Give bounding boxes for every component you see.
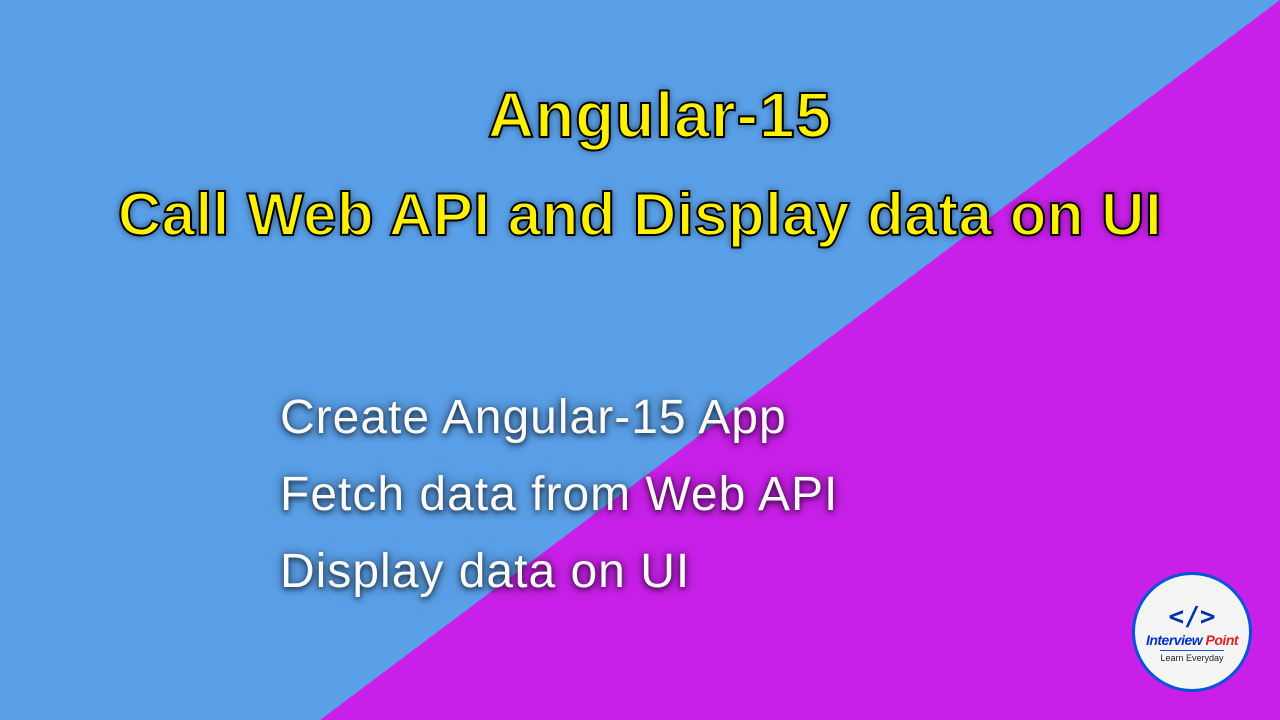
- logo-brand-text: Interview Point: [1146, 632, 1238, 648]
- bullet-item: Create Angular-15 App: [280, 380, 838, 457]
- code-icon: </>: [1169, 602, 1216, 632]
- bullet-list: Create Angular-15 App Fetch data from We…: [280, 380, 838, 610]
- title-large: Call Web API and Display data on UI: [0, 180, 1280, 249]
- brand-logo: </> Interview Point Learn Everyday: [1132, 572, 1252, 692]
- bullet-item: Fetch data from Web API: [280, 457, 838, 534]
- bullet-item: Display data on UI: [280, 534, 838, 611]
- logo-tagline: Learn Everyday: [1160, 650, 1223, 663]
- title-small: Angular-15: [0, 78, 1280, 152]
- content-area: Angular-15 Call Web API and Display data…: [0, 0, 1280, 720]
